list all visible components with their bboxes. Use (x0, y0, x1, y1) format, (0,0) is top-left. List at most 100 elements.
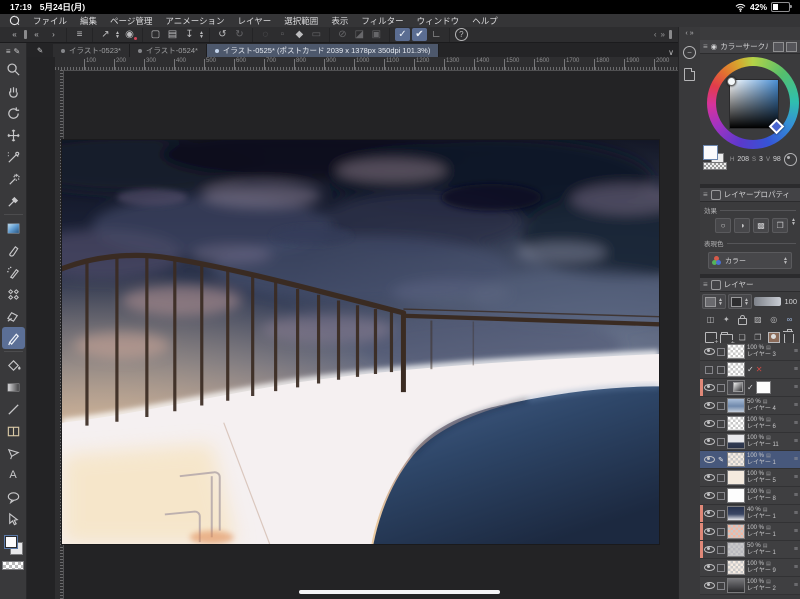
layer-thumbnail[interactable] (727, 452, 745, 467)
text-tool[interactable]: A (2, 464, 25, 486)
snap-to-ruler-icon[interactable]: ✓ (394, 28, 410, 41)
layer-visibility-eye-icon[interactable] (703, 492, 715, 499)
color-mixing-tool[interactable] (2, 217, 25, 239)
layer-drag-handle[interactable]: ≡ (794, 438, 798, 445)
layer-select-checkbox[interactable] (717, 545, 725, 554)
layer-visibility-eye-icon[interactable] (703, 528, 715, 535)
layer-thumbnail[interactable] (727, 380, 745, 395)
layer-row[interactable]: 50 % ▤ レイヤー 4 ≡ (700, 397, 800, 415)
menu-window[interactable]: ウィンドウ (417, 15, 460, 27)
layer-row[interactable]: 100 % ▤ レイヤー 11 ≡ (700, 433, 800, 451)
toolbar-scrollbar[interactable] (669, 30, 672, 39)
canvas-artwork[interactable] (62, 140, 659, 544)
layer-color-dropdown[interactable]: ▲ ▼ (727, 294, 752, 309)
select-launcher-icon[interactable]: ◌ (258, 28, 273, 41)
snap-to-grid-icon[interactable]: ∟ (429, 28, 444, 41)
layer-row[interactable]: ✓ ✕ ≡ (700, 361, 800, 379)
layer-row[interactable]: 100 % ▤ レイヤー 5 ≡ (700, 469, 800, 487)
layer-visibility-eye-icon[interactable] (703, 456, 715, 463)
material-page-icon[interactable] (684, 68, 695, 81)
layer-thumbnail[interactable] (727, 398, 745, 413)
layer-visibility-eye-icon[interactable] (703, 564, 715, 571)
transfer-to-layer-icon[interactable]: ❏ (736, 332, 749, 344)
move-tool[interactable] (2, 124, 25, 146)
collapse-right-dock-icon[interactable]: ‹ (685, 30, 687, 37)
save-options-chevrons[interactable]: ▲ ▼ (199, 30, 204, 39)
home-indicator[interactable] (299, 590, 500, 594)
tone-effect-icon[interactable]: ◑ (734, 218, 751, 233)
layer-thumbnail[interactable] (727, 506, 745, 521)
layer-select-checkbox[interactable] (717, 347, 725, 356)
new-canvas-icon[interactable]: ▢ (148, 28, 163, 41)
layer-select-checkbox[interactable] (717, 581, 725, 590)
redo-icon[interactable]: ↻ (232, 28, 247, 41)
operation-tool[interactable] (2, 508, 25, 530)
layer-visibility-eye-icon[interactable] (703, 348, 715, 355)
zoom-reset-icon[interactable]: − (683, 46, 696, 59)
document-tab[interactable]: イラスト-0525* (ポストカード 2039 x 1378px 350dpi … (206, 44, 440, 57)
layer-color-effect-icon[interactable]: ❐ (772, 218, 789, 233)
fill-icon[interactable]: ◆ (292, 28, 307, 41)
expression-color-dropdown[interactable]: カラー ▲ ▼ (708, 252, 792, 269)
layer-drag-handle[interactable]: ≡ (794, 456, 798, 463)
object-tool[interactable] (2, 146, 25, 168)
color-set-tab-icon[interactable] (786, 41, 797, 52)
save-icon[interactable]: ↧ (182, 28, 197, 41)
layer-drag-handle[interactable]: ≡ (794, 492, 798, 499)
clear-icon[interactable]: ⊘ (335, 28, 350, 41)
figure-tool[interactable] (2, 398, 25, 420)
layer-thumbnail[interactable] (727, 524, 745, 539)
toolbar-overflow-left-icon[interactable]: » (661, 30, 665, 39)
lock-layer-icon[interactable] (736, 314, 749, 326)
layer-select-checkbox[interactable] (717, 419, 725, 428)
decoration-tool[interactable] (2, 283, 25, 305)
new-folder-icon[interactable] (719, 331, 735, 347)
pen-tool[interactable] (1, 327, 25, 349)
layer-row[interactable]: ✎ 100 % ▤ レイヤー 1 ≡ (700, 451, 800, 469)
brush-tool[interactable] (2, 239, 25, 261)
layer-row[interactable]: 100 % ▤ レイヤー 9 ≡ (700, 559, 800, 577)
menu-layer[interactable]: レイヤー (238, 15, 272, 27)
layer-drag-handle[interactable]: ≡ (794, 510, 798, 517)
layer-mask-icon[interactable] (767, 332, 780, 344)
layer-select-checkbox[interactable] (717, 473, 725, 482)
hue-ring[interactable] (707, 57, 799, 149)
layer-select-checkbox[interactable] (717, 383, 725, 392)
layer-visibility-off-box[interactable] (705, 365, 713, 374)
layer-thumbnail[interactable] (727, 542, 745, 557)
collapse-left-icon[interactable]: « (29, 28, 44, 41)
deselect-icon[interactable]: ▫ (275, 28, 290, 41)
expand-left-icon[interactable]: › (46, 28, 61, 41)
wand-tool[interactable] (2, 168, 25, 190)
layer-thumbnail[interactable] (727, 416, 745, 431)
color-panel-menu-icon[interactable]: ≡ (703, 42, 708, 51)
zoom-tool[interactable] (2, 58, 25, 80)
transparent-color-chip[interactable] (2, 561, 24, 570)
menu-file[interactable]: ファイル (33, 15, 67, 27)
expand-select-icon[interactable]: ▣ (369, 28, 384, 41)
undo-icon[interactable]: ↺ (215, 28, 230, 41)
layer-row[interactable]: 100 % ▤ レイヤー 1 ≡ (700, 523, 800, 541)
layer-thumbnail[interactable] (727, 578, 745, 593)
layer-drag-handle[interactable]: ≡ (794, 348, 798, 355)
new-layer-icon[interactable] (704, 332, 719, 346)
layers-menu-icon[interactable]: ≡ (703, 280, 708, 289)
eyedropper-tool[interactable] (2, 190, 25, 212)
layer-drag-handle[interactable]: ≡ (794, 528, 798, 535)
effect-more-chevrons[interactable]: ▲ ▼ (791, 218, 796, 233)
layer-row[interactable]: ✓ ≡ (700, 379, 800, 397)
menu-page-manage[interactable]: ページ管理 (110, 15, 152, 27)
layer-drag-handle[interactable]: ≡ (794, 582, 798, 589)
panel-main-color-chip[interactable] (703, 145, 718, 160)
layer-visibility-eye-icon[interactable] (703, 510, 715, 517)
sv-handle[interactable] (727, 77, 736, 86)
layer-select-checkbox[interactable] (717, 563, 725, 572)
reference-layer-icon[interactable]: ∞ (783, 314, 796, 326)
tab-list-chevron-icon[interactable]: ∨ (668, 48, 674, 57)
dock-scrollbar[interactable] (24, 30, 27, 39)
panel-transparent-chip[interactable] (703, 162, 727, 170)
tool-palette-menu-icon[interactable]: ≡ (6, 47, 11, 56)
tab-bar-pen-icon[interactable]: ✎ (27, 44, 53, 57)
eraser-tool[interactable] (2, 305, 25, 327)
layer-select-checkbox[interactable] (717, 365, 725, 374)
